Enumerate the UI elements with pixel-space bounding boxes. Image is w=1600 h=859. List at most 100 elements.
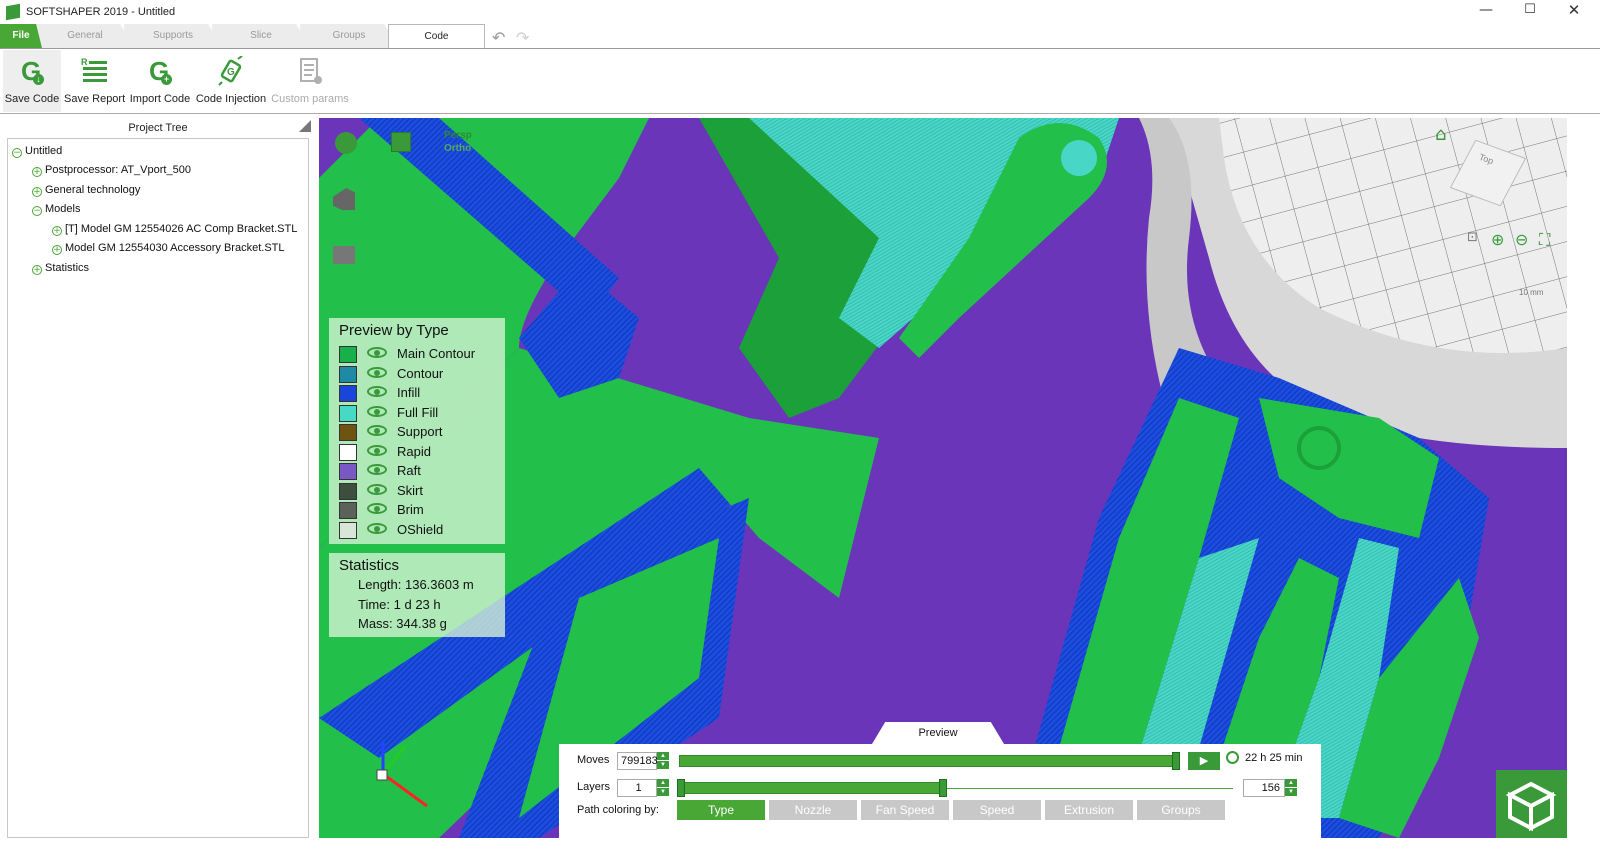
tree-node-models[interactable]: − Models [32, 200, 80, 218]
layers-label: Layers [577, 781, 611, 793]
layers-from-stepper[interactable]: ▲ ▼ [657, 779, 669, 797]
moves-slider-track[interactable] [679, 755, 1177, 767]
eye-icon[interactable] [367, 445, 387, 456]
color-by-fan-speed-button[interactable]: Fan Speed [861, 800, 949, 820]
legend-item: Rapid [339, 442, 499, 462]
custom-params-label: Custom params [271, 93, 349, 105]
import-code-icon: G + [145, 56, 175, 86]
import-code-label: Import Code [129, 93, 191, 105]
eye-icon[interactable] [367, 406, 387, 417]
custom-params-button[interactable]: Custom params [270, 50, 350, 112]
preview-tab[interactable]: Preview [872, 722, 1004, 744]
tree-node-model-accessory-bracket[interactable]: + Model GM 12554030 Accessory Bracket.STL [52, 239, 285, 257]
layers-slider-range[interactable] [679, 782, 943, 794]
tree-node-statistics[interactable]: + Statistics [32, 259, 89, 277]
stopwatch-icon [1226, 751, 1239, 764]
eye-icon[interactable] [367, 523, 387, 534]
zoom-out-icon[interactable]: ⊖ [1515, 230, 1528, 249]
color-by-nozzle-button[interactable]: Nozzle [769, 800, 857, 820]
minimize-button[interactable]: — [1464, 0, 1508, 22]
legend-swatch [339, 463, 357, 480]
tab-supports[interactable]: Supports [124, 24, 222, 48]
eye-icon[interactable] [367, 367, 387, 378]
legend-title: Preview by Type [339, 322, 449, 339]
home-view-icon[interactable]: ⌂ [1435, 124, 1446, 145]
ribbon-toolbar: G ↓ Save Code R Save Report G + Import Cod… [0, 50, 1600, 114]
tree-node-general-technology[interactable]: + General technology [32, 181, 140, 199]
layers-slider-start-handle[interactable] [677, 779, 685, 797]
ortho-toggle[interactable] [391, 132, 411, 152]
tab-code[interactable]: Code [388, 24, 485, 48]
zoom-extents-icon[interactable]: ⛶ [1539, 230, 1550, 250]
eye-icon[interactable] [367, 386, 387, 397]
3d-viewport[interactable]: Persp Ortho Preview by Type Main Contour… [319, 118, 1567, 838]
eye-icon[interactable] [367, 503, 387, 514]
moves-time: 22 h 25 min [1245, 752, 1303, 764]
ribbon-tab-bar: General Supports Slice Groups Code File [0, 24, 1600, 49]
undo-icon[interactable]: ↶ [492, 28, 505, 47]
import-code-button[interactable]: G + Import Code [128, 50, 192, 112]
legend-swatch [339, 502, 357, 519]
save-report-icon: R [79, 56, 109, 86]
layers-from-input[interactable]: 1 [617, 779, 657, 797]
tab-groups[interactable]: Groups [300, 24, 398, 48]
maximize-button[interactable]: ☐ [1508, 0, 1552, 22]
legend-swatch [339, 346, 357, 363]
legend-item: Raft [339, 461, 499, 481]
color-by-type-button[interactable]: Type [677, 800, 765, 820]
tree-node-model-ac-comp-bracket[interactable]: + [T] Model GM 12554026 AC Comp Bracket.S… [52, 220, 297, 238]
tree-node-postprocessor[interactable]: + Postprocessor: AT_Vport_500 [32, 161, 191, 179]
color-by-speed-button[interactable]: Speed [953, 800, 1041, 820]
path-coloring-label: Path coloring by: [577, 804, 659, 816]
window-title: SOFTSHAPER 2019 - Untitled [26, 6, 176, 18]
app-logo-icon [6, 3, 20, 21]
panel-collapse-icon[interactable] [299, 120, 311, 132]
code-injection-label: Code Injection [195, 93, 267, 105]
stat-time: Time: 1 d 23 h [358, 597, 441, 612]
project-tree-panel: Project Tree − Untitled + Postprocessor: A… [3, 118, 313, 846]
save-code-icon: G ↓ [17, 56, 47, 86]
moves-stepper[interactable]: ▲ ▼ [657, 752, 669, 770]
zoom-in-icon[interactable]: ⊕ [1491, 230, 1504, 249]
legend-swatch [339, 385, 357, 402]
tab-file[interactable]: File [0, 24, 42, 48]
code-injection-button[interactable]: G Code Injection [195, 50, 267, 112]
eye-icon[interactable] [367, 464, 387, 475]
tree-node-project[interactable]: − Untitled [12, 142, 62, 160]
save-report-button[interactable]: R Save Report [64, 50, 125, 112]
persp-label[interactable]: Persp [444, 130, 472, 141]
box-view-icon[interactable] [333, 246, 355, 264]
legend-item: Support [339, 422, 499, 442]
legend-swatch [339, 405, 357, 422]
eye-icon[interactable] [367, 484, 387, 495]
save-code-button[interactable]: G ↓ Save Code [3, 50, 61, 112]
perspective-toggle[interactable] [335, 132, 357, 154]
ortho-label[interactable]: Ortho [444, 143, 471, 154]
moves-input[interactable]: 799183 [617, 752, 658, 770]
eye-icon[interactable] [367, 425, 387, 436]
zoom-window-icon[interactable]: ⊡ [1467, 230, 1478, 245]
layers-slider-track[interactable] [943, 788, 1233, 789]
eye-icon[interactable] [367, 347, 387, 358]
legend-swatch [339, 522, 357, 539]
legend-swatch [339, 483, 357, 500]
3d-view-button[interactable] [1496, 770, 1567, 838]
moves-label: Moves [577, 754, 610, 766]
color-by-groups-button[interactable]: Groups [1137, 800, 1225, 820]
layers-slider-end-handle[interactable] [939, 779, 947, 797]
tab-general[interactable]: General [36, 24, 134, 48]
tab-slice[interactable]: Slice [212, 24, 310, 48]
play-button[interactable]: ▶ [1188, 752, 1220, 770]
redo-icon[interactable]: ↷ [516, 28, 529, 47]
color-by-extrusion-button[interactable]: Extrusion [1045, 800, 1133, 820]
layers-to-stepper[interactable]: ▲ ▼ [1285, 779, 1297, 797]
moves-slider-handle[interactable] [1172, 752, 1180, 770]
app-window: SOFTSHAPER 2019 - Untitled — ☐ ✕ General… [0, 0, 1600, 859]
legend-item: Full Fill [339, 403, 499, 423]
save-code-label: Save Code [4, 93, 60, 105]
project-tree-header: Project Tree [128, 122, 188, 134]
custom-params-icon [295, 56, 325, 86]
layers-to-input[interactable]: 156 [1243, 779, 1285, 797]
legend-item: Brim [339, 500, 499, 520]
close-button[interactable]: ✕ [1552, 0, 1596, 22]
